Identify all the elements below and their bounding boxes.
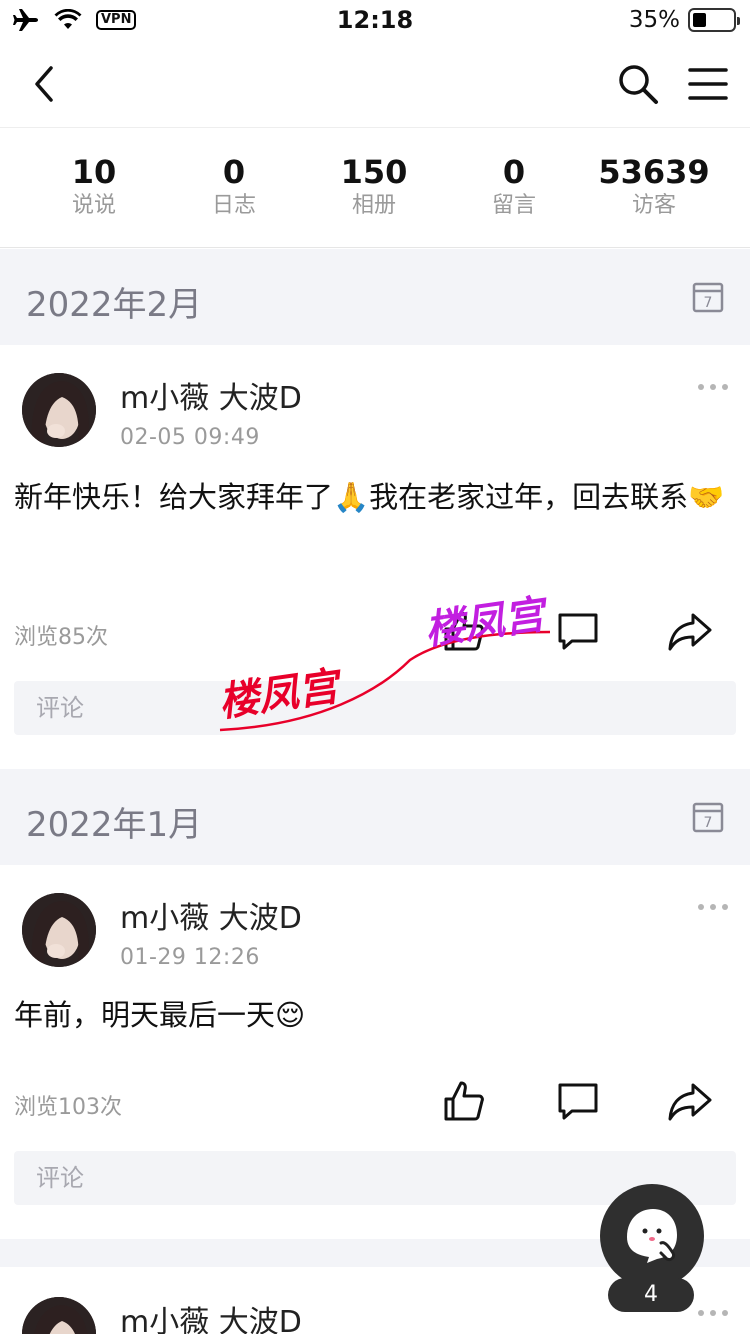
stat-count: 150 [340,153,408,191]
stat-label: 访客 [631,193,676,218]
comment-icon [558,1083,598,1120]
more-options-button[interactable] [698,1307,728,1319]
post-time: 01-29 12:26 [120,945,260,970]
stat-album[interactable]: 150 相册 [304,129,444,247]
post-text: 年前，明天最后一天😌 [14,998,306,1032]
calendar-icon[interactable]: 7 [692,281,724,313]
search-button[interactable] [612,58,664,110]
avatar[interactable] [22,1297,96,1334]
month-label: 2022年1月 [26,805,203,845]
calendar-day: 7 [704,295,713,311]
chevron-left-icon [35,66,53,102]
profile-stats: 10 说说 0 日志 150 相册 0 留言 53639 访客 [0,129,750,248]
feed-post: m小薇 大波D 02-05 09:49 新年快乐！给大家拜年了🙏我在老家过年，回… [0,345,750,769]
post-author[interactable]: m小薇 大波D [120,373,302,417]
calendar-icon[interactable]: 7 [692,801,724,833]
stat-blog[interactable]: 0 日志 [164,129,304,247]
nav-bar [0,40,750,128]
share-icon [668,1083,712,1121]
avatar[interactable] [22,373,96,447]
comment-button[interactable] [552,605,604,657]
stat-label: 说说 [71,193,116,218]
calendar-day: 7 [704,815,713,831]
status-bar: VPN 12:18 35% [0,0,750,40]
stat-shuoshuo[interactable]: 10 说说 [24,129,164,247]
battery-percent: 35% [628,7,680,33]
month-label: 2022年2月 [26,285,203,325]
stat-count: 10 [71,153,117,191]
stat-label: 相册 [351,193,396,218]
search-icon [619,65,658,104]
unread-badge[interactable]: 4 [608,1278,694,1312]
share-button[interactable] [664,1075,716,1127]
stat-visitors[interactable]: 53639 访客 [584,129,724,247]
month-header: 2022年1月 7 [0,769,750,865]
share-icon [668,613,712,651]
stat-label: 留言 [491,193,536,218]
post-text: 新年快乐！给大家拜年了🙏我在老家过年，回去联系🤝 [14,480,725,514]
view-count: 浏览103次 [14,1095,122,1120]
stat-count: 0 [222,153,246,191]
feed-post: m小薇 大波D 01-29 12:26 年前，明天最后一天😌 浏览103次 评论 [0,865,750,1239]
month-header: 2022年2月 7 [0,249,750,345]
hamburger-menu-icon [688,68,728,100]
comment-button[interactable] [552,1075,604,1127]
like-button[interactable] [438,605,490,657]
avatar[interactable] [22,893,96,967]
stat-label: 日志 [211,193,256,218]
post-author[interactable]: m小薇 大波D [120,893,302,937]
back-button[interactable] [18,58,70,110]
stat-messages[interactable]: 0 留言 [444,129,584,247]
more-options-button[interactable] [698,381,728,393]
post-author[interactable]: m小薇 大波D [120,1297,302,1334]
view-count: 浏览85次 [14,625,108,650]
thumbs-up-icon [444,611,484,651]
ghost-mascot-icon [627,1209,677,1263]
floating-assistant-button[interactable] [600,1184,704,1288]
stat-count: 0 [502,153,526,191]
comment-input[interactable]: 评论 [14,681,736,735]
like-button[interactable] [438,1075,490,1127]
thumbs-up-icon [444,1081,484,1121]
stat-count: 53639 [598,153,710,191]
comment-icon [558,613,598,650]
menu-button[interactable] [682,58,734,110]
share-button[interactable] [664,605,716,657]
more-options-button[interactable] [698,901,728,913]
post-time: 02-05 09:49 [120,425,260,450]
battery-icon [688,8,740,32]
